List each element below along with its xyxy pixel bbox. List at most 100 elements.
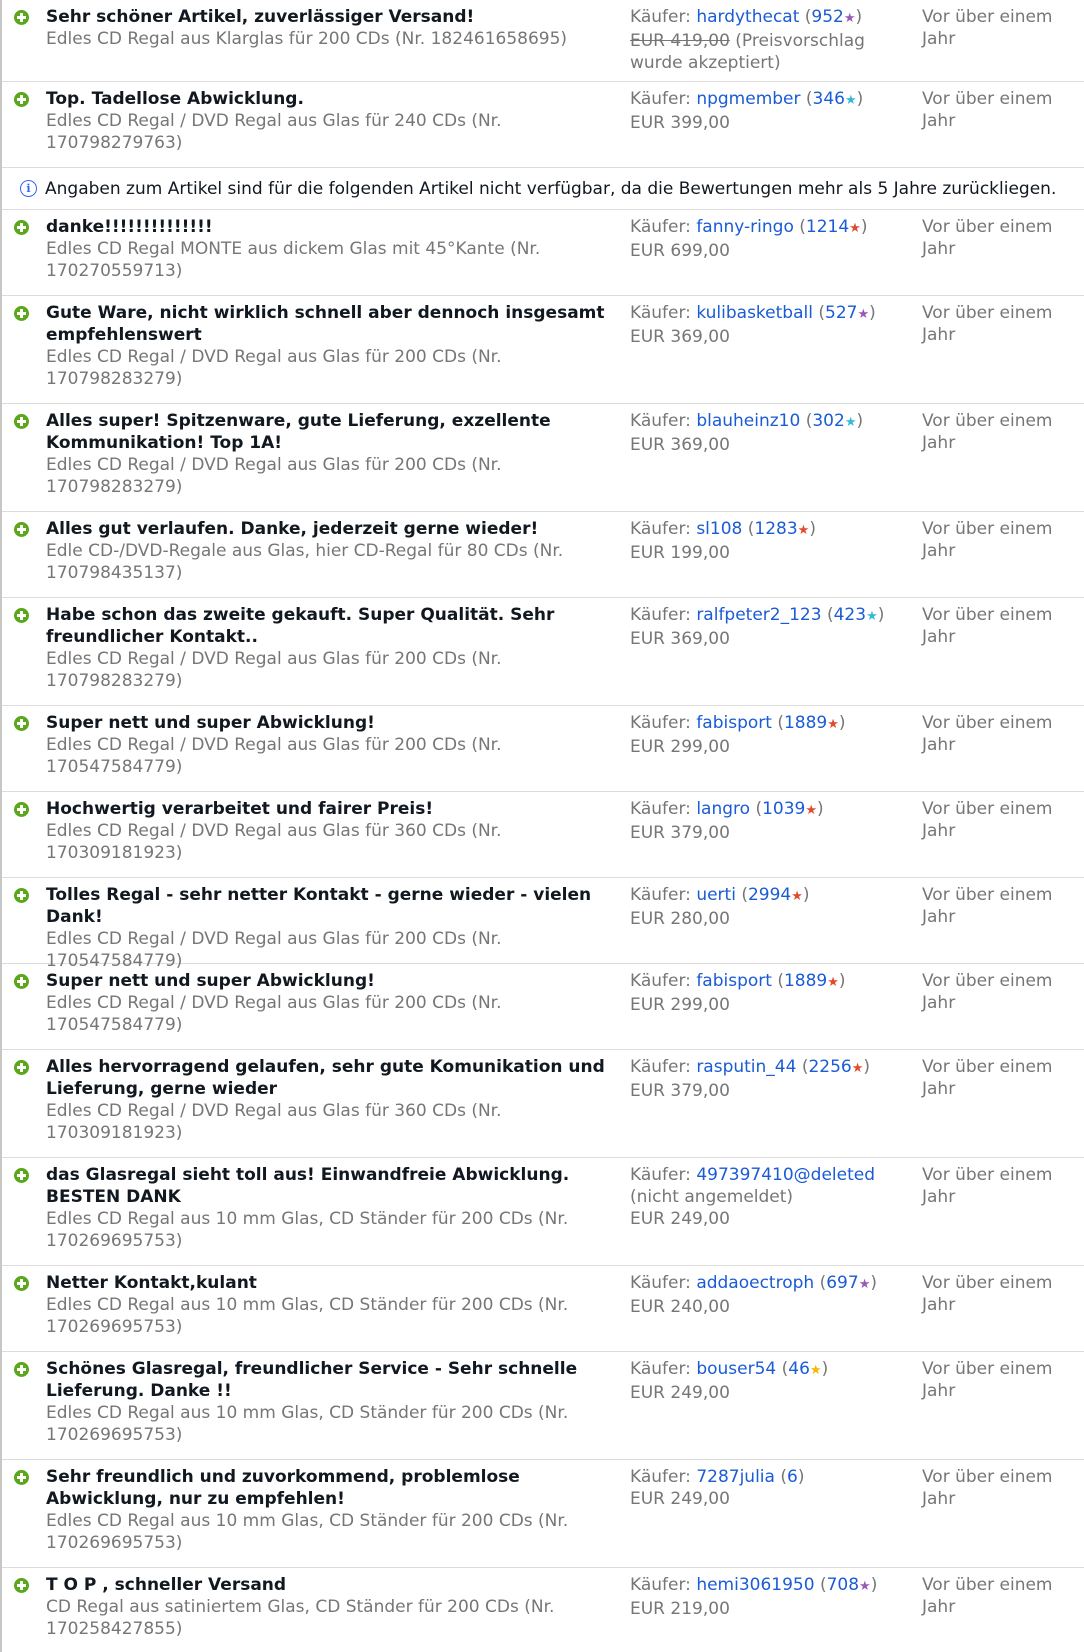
feedback-time: Vor über einem Jahr xyxy=(922,885,1053,927)
feedback-score[interactable]: (1283★) xyxy=(748,519,816,539)
feedback-score[interactable]: (952★) xyxy=(805,7,862,27)
feedback-time: Vor über einem Jahr xyxy=(922,1467,1053,1509)
feedback-row: Netter Kontakt,kulant Edles CD Regal aus… xyxy=(0,1266,1084,1352)
buyer-label: Käufer: xyxy=(630,971,691,991)
feedback-score-value[interactable]: 527 xyxy=(825,303,857,323)
feedback-time: Vor über einem Jahr xyxy=(922,1165,1053,1207)
buyer-label: Käufer: xyxy=(630,885,691,905)
buyer-username-link[interactable]: bouser54 xyxy=(696,1359,776,1379)
feedback-score-value[interactable]: 423 xyxy=(834,605,866,625)
feedback-score[interactable]: (423★) xyxy=(827,605,884,625)
feedback-score[interactable]: (527★) xyxy=(818,303,875,323)
feedback-comment: Alles super! Spitzenware, gute Lieferung… xyxy=(46,411,551,453)
item-title: Edles CD Regal / DVD Regal aus Glas für … xyxy=(46,649,502,691)
feedback-score-value[interactable]: 697 xyxy=(826,1273,858,1293)
buyer-label: Käufer: xyxy=(630,1359,691,1379)
positive-feedback-icon xyxy=(14,1060,29,1075)
item-price: EUR 299,00 xyxy=(630,995,730,1015)
feedback-score-value[interactable]: 6 xyxy=(787,1467,798,1487)
feedback-score-value[interactable]: 708 xyxy=(827,1575,859,1595)
star-icon: ★ xyxy=(859,1579,871,1594)
positive-feedback-icon xyxy=(14,1168,29,1183)
buyer-label: Käufer: xyxy=(630,799,691,819)
buyer-username-link[interactable]: fabisport xyxy=(696,713,772,733)
buyer-username-link[interactable]: ralfpeter2_123 xyxy=(696,605,821,625)
feedback-time: Vor über einem Jahr xyxy=(922,1575,1053,1617)
feedback-comment: Super nett und super Abwicklung! xyxy=(46,713,375,733)
feedback-time: Vor über einem Jahr xyxy=(922,1057,1053,1099)
feedback-score[interactable]: (2256★) xyxy=(802,1057,870,1077)
feedback-score[interactable]: (697★) xyxy=(820,1273,877,1293)
buyer-username-link[interactable]: uerti xyxy=(696,885,736,905)
buyer-username-link[interactable]: blauheinz10 xyxy=(696,411,800,431)
item-title: Edles CD Regal / DVD Regal aus Glas für … xyxy=(46,111,502,153)
buyer-username-link[interactable]: fabisport xyxy=(696,971,772,991)
feedback-row: Top. Tadellose Abwicklung. Edles CD Rega… xyxy=(0,82,1084,168)
feedback-comment: Schönes Glasregal, freundlicher Service … xyxy=(46,1359,578,1401)
info-notice: i Angaben zum Artikel sind für die folge… xyxy=(0,168,1084,210)
feedback-score[interactable]: (708★) xyxy=(820,1575,877,1595)
item-title: Edles CD Regal aus 10 mm Glas, CD Stände… xyxy=(46,1209,569,1251)
buyer-label: Käufer: xyxy=(630,411,691,431)
buyer-username-link[interactable]: fanny-ringo xyxy=(696,217,794,237)
feedback-row: das Glasregal sieht toll aus! Einwandfre… xyxy=(0,1158,1084,1266)
buyer-username-link[interactable]: npgmember xyxy=(696,89,800,109)
item-title: Edles CD Regal / DVD Regal aus Glas für … xyxy=(46,821,502,863)
item-price: EUR 369,00 xyxy=(630,435,730,455)
feedback-score-value[interactable]: 1214 xyxy=(806,217,849,237)
feedback-score[interactable]: (346★) xyxy=(806,89,863,109)
star-icon: ★ xyxy=(809,1363,822,1378)
feedback-row: Schönes Glasregal, freundlicher Service … xyxy=(0,1352,1084,1460)
feedback-score-value[interactable]: 1039 xyxy=(762,799,805,819)
buyer-label: Käufer: xyxy=(630,1575,691,1595)
feedback-comment: Sehr schöner Artikel, zuverlässiger Vers… xyxy=(46,7,475,27)
feedback-score-value[interactable]: 346 xyxy=(813,89,845,109)
positive-feedback-icon xyxy=(14,974,29,989)
feedback-score-value[interactable]: 302 xyxy=(812,411,844,431)
star-icon: ★ xyxy=(858,1277,871,1292)
feedback-score[interactable]: (1039★) xyxy=(755,799,823,819)
buyer-username-link[interactable]: addaoectroph xyxy=(696,1273,814,1293)
buyer-username-link[interactable]: 497397410@deleted xyxy=(696,1165,875,1185)
feedback-score-value[interactable]: 1889 xyxy=(784,713,827,733)
feedback-score[interactable]: (302★) xyxy=(806,411,863,431)
positive-feedback-icon xyxy=(14,92,29,107)
feedback-score[interactable]: (6★) xyxy=(780,1467,804,1487)
feedback-score[interactable]: (2994★) xyxy=(741,885,809,905)
feedback-score[interactable]: (1214★) xyxy=(799,217,867,237)
buyer-username-link[interactable]: kulibasketball xyxy=(696,303,813,323)
feedback-comment: Top. Tadellose Abwicklung. xyxy=(46,89,304,109)
item-title: Edles CD Regal / DVD Regal aus Glas für … xyxy=(46,929,502,971)
feedback-comment: Alles hervorragend gelaufen, sehr gute K… xyxy=(46,1057,605,1099)
feedback-time: Vor über einem Jahr xyxy=(922,7,1053,49)
star-icon: ★ xyxy=(827,717,839,732)
feedback-score-value[interactable]: 2256 xyxy=(808,1057,851,1077)
buyer-username-link[interactable]: hardythecat xyxy=(696,7,799,27)
feedback-time: Vor über einem Jahr xyxy=(922,217,1053,259)
feedback-score[interactable]: (1889★) xyxy=(777,713,845,733)
feedback-row: Gute Ware, nicht wirklich schnell aber d… xyxy=(0,296,1084,404)
buyer-username-link[interactable]: langro xyxy=(696,799,750,819)
feedback-score-value[interactable]: 952 xyxy=(811,7,843,27)
buyer-username-link[interactable]: sl108 xyxy=(696,519,742,539)
feedback-row: Tolles Regal - sehr netter Kontakt - ger… xyxy=(0,878,1084,971)
feedback-score[interactable]: (1889★) xyxy=(777,971,845,991)
item-price: EUR 299,00 xyxy=(630,737,730,757)
feedback-score-value[interactable]: 46 xyxy=(788,1359,810,1379)
buyer-username-link[interactable]: rasputin_44 xyxy=(696,1057,796,1077)
feedback-comment: Habe schon das zweite gekauft. Super Qua… xyxy=(46,605,555,647)
buyer-username-link[interactable]: hemi3061950 xyxy=(696,1575,814,1595)
buyer-label: Käufer: xyxy=(630,1467,691,1487)
star-icon: ★ xyxy=(797,523,810,538)
feedback-score-value[interactable]: 2994 xyxy=(748,885,791,905)
feedback-score-value[interactable]: 1283 xyxy=(754,519,797,539)
feedback-score[interactable]: (46★) xyxy=(782,1359,829,1379)
feedback-score-value[interactable]: 1889 xyxy=(784,971,827,991)
item-title: Edles CD Regal / DVD Regal aus Glas für … xyxy=(46,735,502,777)
star-icon: ★ xyxy=(791,889,803,904)
feedback-row: Sehr freundlich und zuvorkommend, proble… xyxy=(0,1460,1084,1568)
buyer-label: Käufer: xyxy=(630,519,691,539)
feedback-row: Hochwertig verarbeitet und fairer Preis!… xyxy=(0,792,1084,878)
info-icon: i xyxy=(20,180,37,197)
buyer-username-link[interactable]: 7287julia xyxy=(696,1467,775,1487)
